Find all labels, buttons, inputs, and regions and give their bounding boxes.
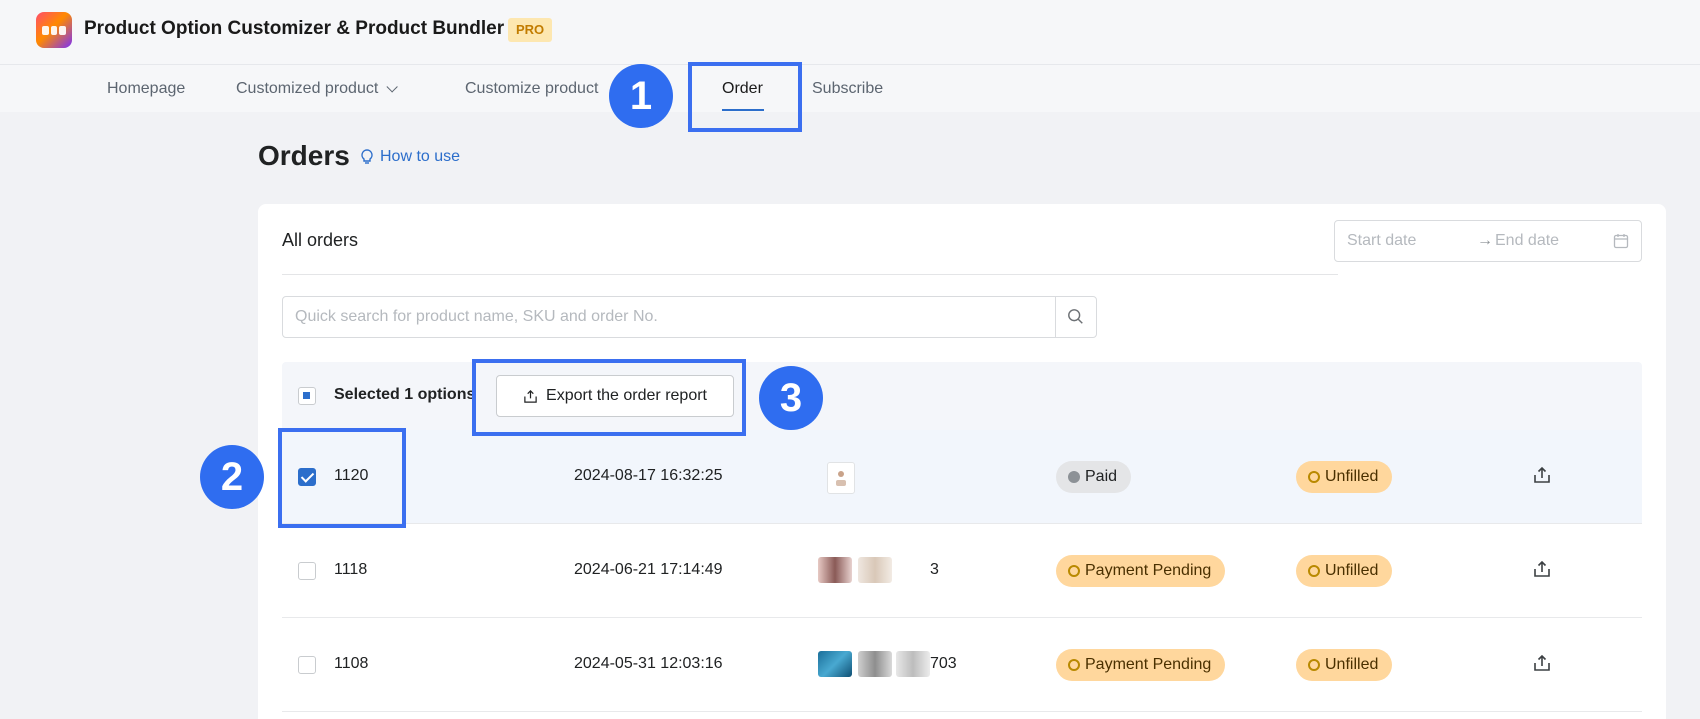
order-date: 2024-08-17 16:32:25 — [574, 467, 723, 484]
nav-customized-product[interactable]: Customized product — [236, 80, 399, 98]
fulfillment-status-badge: Unfilled — [1296, 555, 1393, 587]
highlight-box-export-button — [472, 359, 746, 436]
row-checkbox[interactable] — [298, 656, 316, 674]
payment-status-text: Paid — [1085, 468, 1118, 485]
status-ring-icon — [1068, 659, 1080, 671]
payment-status-badge: Paid — [1056, 461, 1132, 493]
product-thumbnail — [858, 651, 892, 677]
date-range-picker[interactable]: Start date → End date — [1334, 220, 1642, 262]
calendar-icon — [1613, 234, 1629, 249]
order-number[interactable]: 1108 — [334, 655, 368, 673]
search-icon — [1068, 309, 1083, 324]
payment-status-text: Payment Pending — [1085, 656, 1212, 673]
nav-customize-product[interactable]: Customize product — [465, 80, 598, 98]
item-quantity: 703 — [930, 655, 957, 672]
order-date: 2024-05-31 12:03:16 — [574, 655, 723, 672]
selected-count: Selected 1 options — [334, 386, 476, 403]
status-ring-icon — [1308, 659, 1320, 671]
share-icon[interactable] — [1532, 465, 1552, 485]
app-title: Product Option Customizer & Product Bund… — [84, 18, 505, 39]
order-number[interactable]: 1118 — [334, 561, 367, 579]
product-thumbnail — [896, 651, 930, 677]
table-row[interactable]: 1118 2024-06-21 17:14:49 3 Payment Pendi… — [282, 524, 1642, 618]
how-to-use-link[interactable]: How to use — [360, 148, 460, 166]
start-date-placeholder: Start date — [1347, 232, 1417, 249]
step-marker-2: 2 — [200, 445, 264, 509]
card-heading: All orders — [282, 230, 359, 250]
divider — [282, 274, 1338, 275]
highlight-box-order-tab — [688, 62, 802, 132]
app-header: Product Option Customizer & Product Bund… — [0, 0, 1700, 64]
fulfillment-status-badge: Unfilled — [1296, 649, 1393, 681]
status-ring-icon — [1308, 471, 1320, 483]
row-checkbox[interactable] — [298, 562, 316, 580]
fulfillment-status-badge: Unfilled — [1296, 461, 1393, 493]
payment-status-badge: Payment Pending — [1056, 555, 1226, 587]
product-thumbnail — [818, 557, 852, 583]
table-row[interactable]: 1108 2024-05-31 12:03:16 703 Payment Pen… — [282, 618, 1642, 712]
step-marker-3: 3 — [759, 366, 823, 430]
fulfillment-status-text: Unfilled — [1325, 656, 1379, 673]
status-dot-icon — [1068, 471, 1080, 483]
pro-badge: PRO — [508, 18, 553, 42]
product-thumbnail — [818, 651, 852, 677]
arrow-right-icon: → — [1477, 232, 1493, 249]
highlight-box-row-checkbox — [278, 428, 406, 528]
status-ring-icon — [1308, 565, 1320, 577]
product-thumbnail — [827, 462, 855, 494]
search-input[interactable]: Quick search for product name, SKU and o… — [282, 296, 1056, 338]
payment-status-badge: Payment Pending — [1056, 649, 1226, 681]
nav-homepage[interactable]: Homepage — [107, 80, 185, 98]
lightbulb-icon — [361, 149, 373, 164]
chevron-down-icon — [386, 81, 399, 93]
step-marker-1: 1 — [609, 64, 673, 128]
page-title: Orders — [258, 140, 350, 171]
nav-subscribe[interactable]: Subscribe — [812, 80, 883, 98]
main-nav: Homepage Customized product Customize pr… — [0, 64, 1700, 112]
table-row[interactable]: 1120 2024-08-17 16:32:25 Paid Unfilled — [282, 430, 1642, 524]
search-button[interactable] — [1055, 296, 1097, 338]
product-thumbnail — [858, 557, 892, 583]
app-logo-icon — [36, 12, 72, 48]
item-quantity: 3 — [930, 561, 939, 578]
status-ring-icon — [1068, 565, 1080, 577]
how-to-use-label: How to use — [380, 148, 461, 165]
orders-card: All orders Start date → End date Quick s… — [258, 204, 1666, 719]
fulfillment-status-text: Unfilled — [1325, 468, 1379, 485]
fulfillment-status-text: Unfilled — [1325, 562, 1379, 579]
select-all-checkbox[interactable] — [298, 387, 316, 405]
nav-customized-product-label: Customized product — [236, 80, 379, 97]
share-icon[interactable] — [1532, 653, 1552, 673]
payment-status-text: Payment Pending — [1085, 562, 1212, 579]
order-date: 2024-06-21 17:14:49 — [574, 561, 723, 578]
end-date-placeholder: End date — [1495, 232, 1560, 249]
share-icon[interactable] — [1532, 559, 1552, 579]
